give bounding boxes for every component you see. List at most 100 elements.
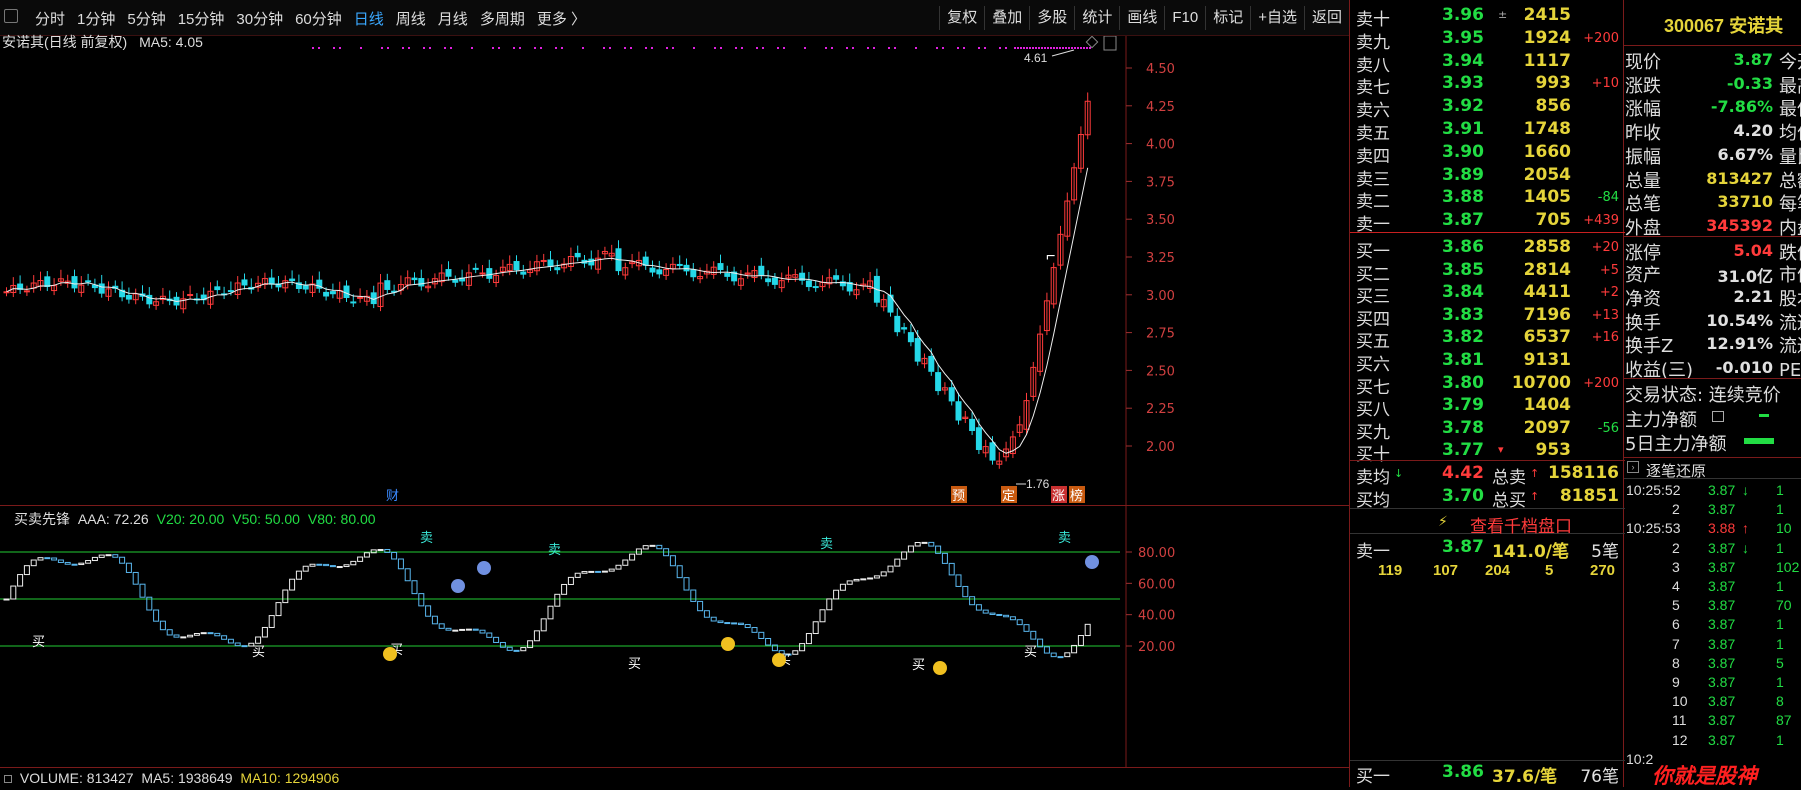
volume-expand-icon[interactable]	[4, 775, 12, 783]
tool-button[interactable]: 返回	[1303, 6, 1349, 30]
kline-chart[interactable]: 安诺其(日线 前复权) MA5: 4.05 4.50 4.25 4.00 3.75 3.…	[0, 34, 1349, 506]
osc-bar	[595, 570, 602, 573]
osc-bar	[377, 548, 384, 551]
osc-bar	[975, 604, 982, 611]
candle-body	[717, 263, 724, 271]
oscillator-panel[interactable]: 买卖先锋 AAA: 72.26 V20: 20.00 V50: 50.00 V8…	[0, 505, 1349, 768]
period-tab[interactable]: 周线	[391, 8, 431, 29]
period-tab[interactable]: 月线	[433, 8, 473, 29]
candle-body	[214, 286, 221, 291]
stock-header[interactable]: 300067 安诺其	[1624, 0, 1801, 46]
signal-dot	[1086, 47, 1088, 49]
signal-dot	[1077, 47, 1079, 49]
event-badge: 预	[951, 486, 967, 503]
level-volume: 1660	[1523, 141, 1571, 162]
signal-dot	[735, 47, 737, 49]
menu-icon[interactable]	[4, 9, 18, 23]
event-badge: 财	[386, 488, 399, 503]
period-tab[interactable]: 60分钟	[290, 8, 347, 29]
signal-dot	[1053, 47, 1055, 49]
tool-button[interactable]: 复权	[939, 6, 984, 30]
osc-bar	[697, 600, 704, 612]
osc-bar	[187, 634, 194, 638]
osc-bar	[261, 626, 268, 638]
bid-row: 买七 3.80 10700 +200	[1350, 372, 1625, 398]
tool-button[interactable]: 统计	[1074, 6, 1119, 30]
ask-row: 卖六 3.92 856	[1350, 95, 1625, 121]
osc-bar	[275, 602, 282, 617]
signal-dot	[1017, 47, 1019, 49]
period-tab[interactable]: 5分钟	[122, 8, 170, 29]
tool-button[interactable]: +自选	[1250, 6, 1304, 30]
osc-bar	[969, 596, 976, 606]
signal-dot	[936, 47, 938, 49]
bid-row: 买一 3.86 2858 +20	[1350, 236, 1625, 262]
table-icon[interactable]	[1712, 411, 1724, 422]
osc-bar	[493, 636, 500, 643]
osc-bar	[540, 618, 547, 632]
osc-bar	[554, 593, 561, 607]
candle-body	[914, 338, 921, 362]
osc-bar	[452, 629, 459, 632]
tool-button[interactable]: 多股	[1029, 6, 1074, 30]
tick-row: 10 3.87 8	[1624, 691, 1801, 712]
tool-button[interactable]: 叠加	[984, 6, 1029, 30]
candle-body	[268, 277, 275, 285]
signal-dot	[1050, 47, 1052, 49]
watermark: 你就是股神	[1652, 765, 1757, 788]
candle-body	[656, 269, 663, 275]
tick-volume: 8	[1776, 693, 1784, 710]
osc-bar	[887, 565, 894, 573]
osc-bar	[601, 570, 608, 573]
diamond-icon	[1085, 36, 1099, 49]
bid-row: 买八 3.79 1404	[1350, 394, 1625, 420]
osc-bar	[914, 541, 921, 547]
total-sell-value: 158116	[1548, 463, 1619, 483]
tool-button[interactable]: 标记	[1205, 6, 1250, 30]
tick-time: 10	[1672, 693, 1688, 710]
ask-row: 卖五 3.91 1748	[1350, 118, 1625, 144]
depth-button[interactable]: ⚡ 查看千档盘口	[1350, 508, 1625, 536]
ticks-header[interactable]: › 逐笔还原	[1624, 457, 1801, 480]
period-tab[interactable]: 1分钟	[72, 8, 120, 29]
quote-value: 12.91%	[1706, 334, 1773, 354]
ask-row: 卖七 3.93 993 +10	[1350, 72, 1625, 98]
level-volume: 993	[1535, 73, 1572, 94]
period-tab[interactable]: 分时	[30, 8, 70, 29]
tool-button[interactable]: 画线	[1119, 6, 1164, 30]
signal-dot	[651, 47, 653, 49]
candle-body	[486, 268, 493, 279]
tick-volume: 1	[1776, 674, 1784, 690]
candle-body	[479, 272, 486, 275]
osc-bar	[173, 634, 180, 638]
signal-dot	[693, 47, 695, 49]
collapse-icon[interactable]: ›	[1627, 461, 1639, 473]
bid-avg-value: 3.70	[1442, 486, 1484, 506]
osc-bar	[581, 571, 588, 574]
period-tab[interactable]: 日线	[349, 8, 389, 29]
osc-tick-label: 20.00	[1138, 640, 1175, 655]
candle-body	[125, 294, 132, 300]
candle-body	[3, 291, 10, 294]
signal-dot	[423, 47, 425, 49]
price-tick-label: 2.75	[1146, 327, 1175, 342]
tick-row: 4 3.87 1	[1624, 576, 1801, 597]
osc-bar	[78, 562, 85, 566]
level-volume: 10700	[1511, 372, 1571, 393]
osc-bar	[833, 589, 840, 600]
period-tab[interactable]: 更多 〉	[532, 8, 591, 29]
tick-price: 3.87	[1708, 578, 1736, 594]
buy-signal: 买	[252, 644, 265, 659]
tool-button[interactable]: F10	[1164, 6, 1205, 30]
signal-dot	[714, 47, 716, 49]
osc-bar	[860, 578, 867, 581]
osc-bar	[44, 557, 51, 560]
period-tab[interactable]: 多周期	[475, 8, 530, 29]
candle-body	[935, 372, 942, 392]
candle-body	[588, 258, 595, 266]
smile-icon	[772, 653, 786, 667]
period-tab[interactable]: 30分钟	[231, 8, 288, 29]
signal-dot	[1026, 47, 1028, 49]
candle-body	[907, 332, 914, 343]
period-tab[interactable]: 15分钟	[173, 8, 230, 29]
